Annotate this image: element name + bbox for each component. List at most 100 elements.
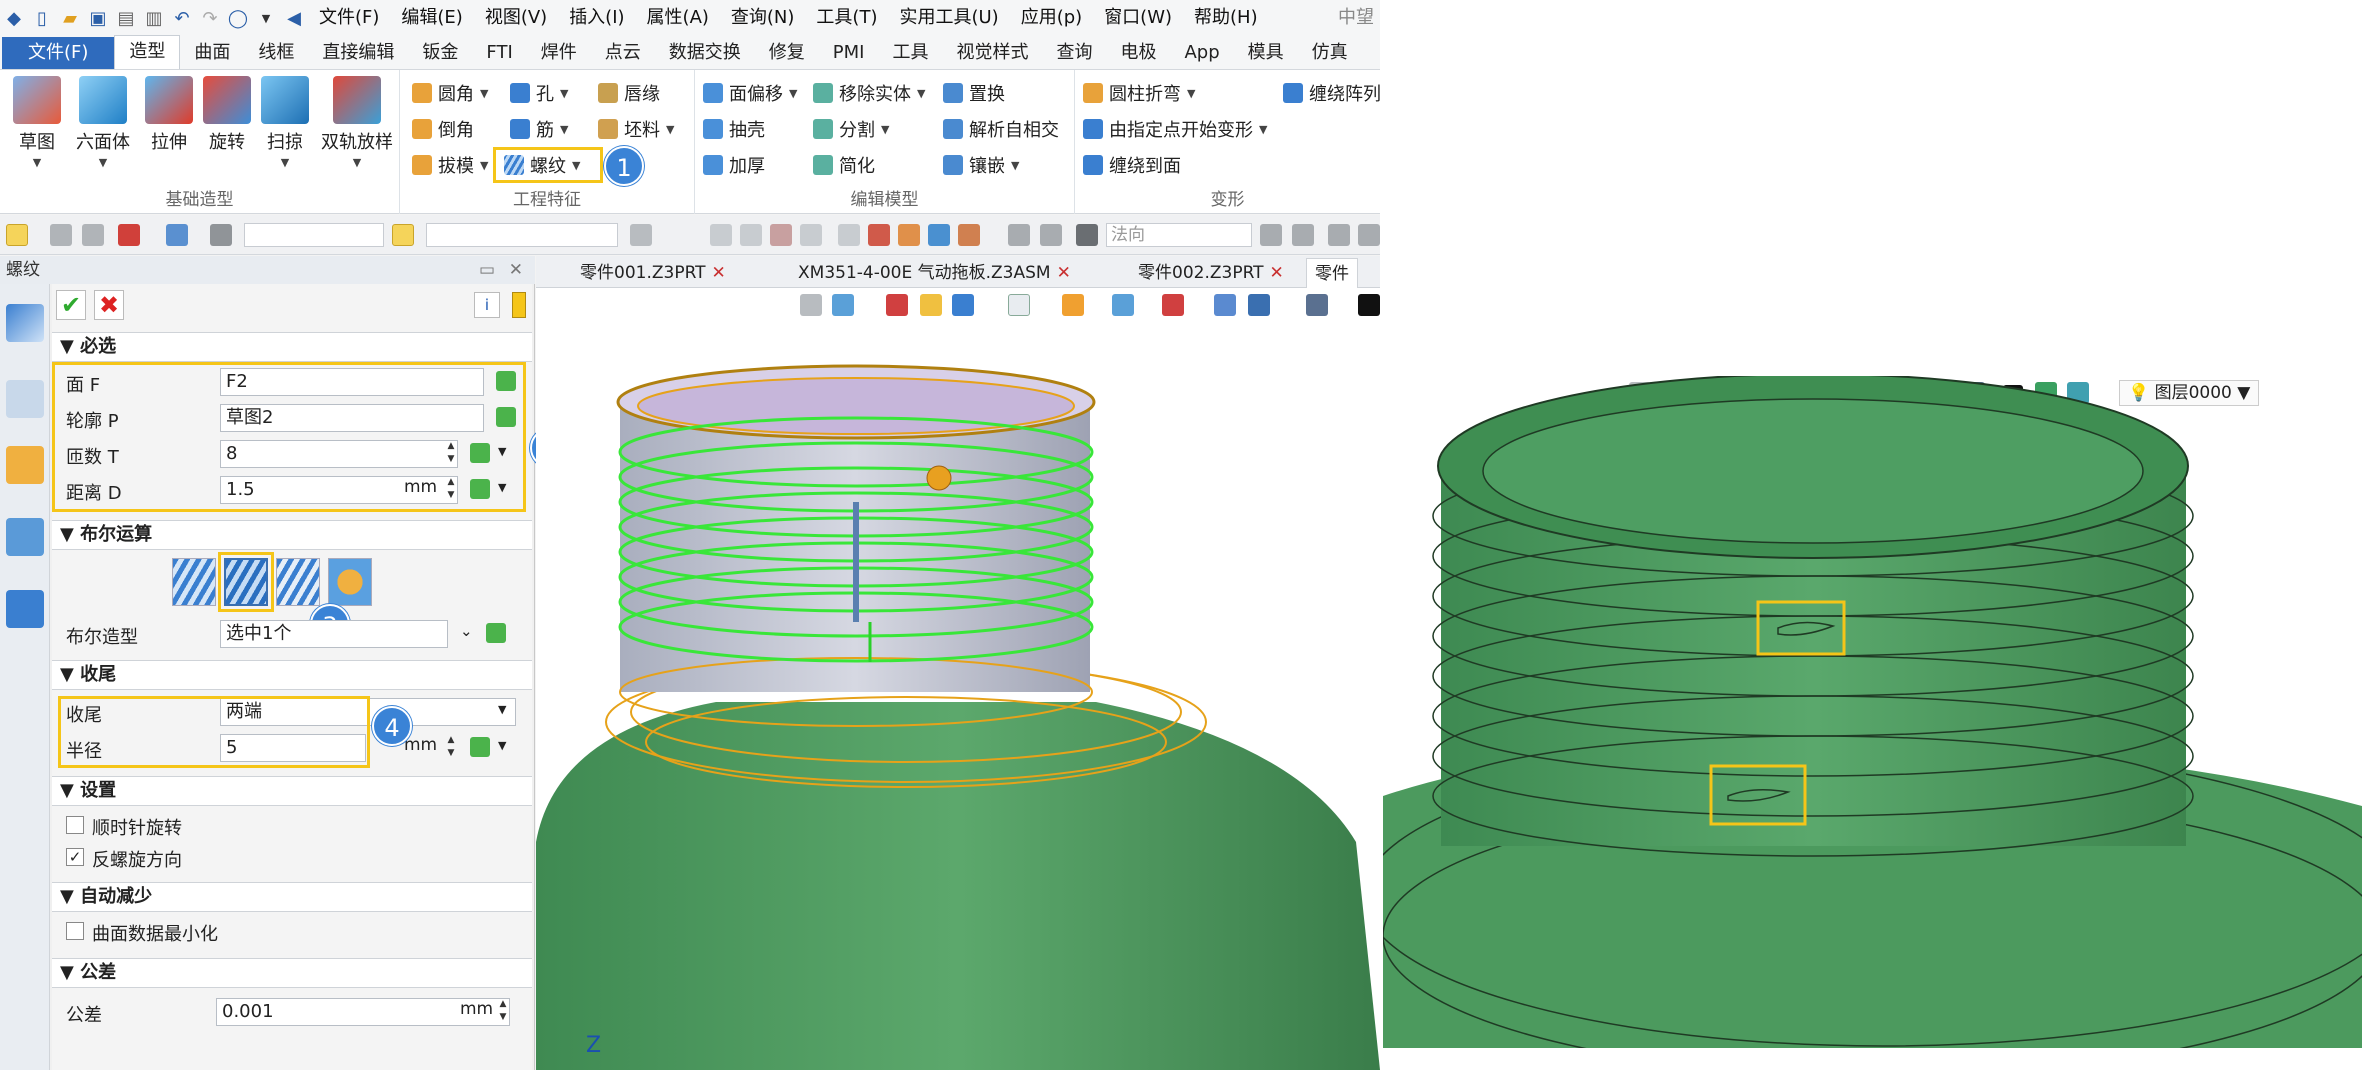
minimize-surface-checkbox[interactable] [66,922,84,940]
image-icon[interactable] [6,518,44,556]
info-icon[interactable]: i [474,292,500,318]
tab-pmi[interactable]: PMI [819,37,879,69]
play-icon[interactable] [1328,224,1350,246]
close-tab-icon[interactable]: ✕ [1270,263,1284,283]
rib-button[interactable]: 筋 ▼ [510,114,568,144]
pointer-tool-icon[interactable] [838,224,860,246]
pick-combo[interactable] [426,223,618,247]
bool-intersect-icon[interactable] [328,558,372,606]
lip-button[interactable]: 唇缘 [598,78,660,108]
align-left-icon[interactable] [710,224,732,246]
cursor-mode-icon[interactable] [1260,224,1282,246]
shell-button[interactable]: 抽壳 [703,114,765,144]
view-zoom-icon[interactable] [1112,294,1134,316]
doc-tab-part001[interactable]: 零件001.Z3PRT ✕ [572,258,734,288]
new-file-icon[interactable]: ▯ [28,4,56,32]
radius-dropdown-icon[interactable]: ▼ [498,739,506,752]
bool-base-icon[interactable] [172,558,216,606]
filter-combo[interactable] [244,223,384,247]
offset-face-button[interactable]: 面偏移 ▼ [703,78,797,108]
part-tool-icon[interactable] [928,224,950,246]
collapse-arrow-icon[interactable]: ◀ [280,4,308,32]
tab-direct-edit[interactable]: 直接编辑 [308,37,408,69]
lasso-icon[interactable] [166,224,188,246]
simplify-button[interactable]: 简化 [813,150,875,180]
section-auto-reduce[interactable]: ▼ 自动减少 [52,882,532,912]
dual-rail-loft-button[interactable]: 双轨放样 ▼ [316,76,398,169]
print-icon[interactable]: ▤ [112,4,140,32]
model-canvas[interactable]: Z [536,322,1380,1070]
menu-attribute[interactable]: 属性(A) [636,0,720,36]
box-button[interactable]: 六面体 ▼ [72,76,134,169]
deform-from-point-button[interactable]: 由指定点开始变形 ▼ [1083,114,1267,144]
bool-shape-input[interactable]: 选中1个 [220,620,448,648]
hole-button[interactable]: 孔 ▼ [510,78,568,108]
history-tree-icon[interactable] [6,380,44,418]
graphics-viewport[interactable]: 零件001.Z3PRT ✕ XM351-4-00E 气动拖板.Z3ASM ✕ 零件0… [536,256,1380,1070]
normal-direction-combo[interactable]: 法向 [1106,223,1252,247]
align-right-icon[interactable] [770,224,792,246]
user-icon[interactable] [6,590,44,628]
tab-mold[interactable]: 模具 [1234,37,1298,69]
thread-feature-icon[interactable] [6,304,44,342]
expand-panel-icon[interactable] [512,292,526,318]
view-section-icon[interactable] [1162,294,1184,316]
cylinder-bend-button[interactable]: 圆柱折弯 ▼ [1083,78,1195,108]
menu-view[interactable]: 视图(V) [474,0,558,36]
history-icon[interactable] [868,224,890,246]
draft-button[interactable]: 拔模 ▼ [412,150,488,180]
rotate-view-icon[interactable] [1008,224,1030,246]
split-button[interactable]: 分割 ▼ [813,114,889,144]
tab-repair[interactable]: 修复 [755,37,819,69]
doc-tab-active[interactable]: 零件 [1306,258,1358,288]
more-tools-icon[interactable] [1358,224,1380,246]
view-layer-icon[interactable] [832,294,854,316]
snap-icon[interactable] [630,224,652,246]
tab-app[interactable]: App [1170,37,1233,69]
bool-expand-icon[interactable]: ⌄ [460,622,473,640]
tab-tools[interactable]: 工具 [878,37,942,69]
tab-simulation[interactable]: 仿真 [1298,37,1362,69]
extrude-button[interactable]: 拉伸 [138,76,200,154]
chamfer-button[interactable]: 倒角 [412,114,474,144]
align-center-icon[interactable] [740,224,762,246]
runout-dropdown-icon[interactable]: ▼ [498,703,506,716]
reverse-helix-checkbox[interactable]: ✓ [66,848,84,866]
view-cube-icon[interactable] [920,294,942,316]
select-pointer-icon[interactable] [6,224,28,246]
menu-tools[interactable]: 工具(T) [805,0,888,36]
section-settings[interactable]: ▼ 设置 [52,776,532,806]
tab-file[interactable]: 文件(F) [2,37,115,69]
assembly-tool-icon[interactable] [958,224,980,246]
view-shaded-icon[interactable] [952,294,974,316]
clockwise-checkbox[interactable] [66,816,84,834]
menu-window[interactable]: 窗口(W) [1093,0,1183,36]
close-panel-icon[interactable]: ✕ [509,256,523,284]
tab-fti[interactable]: FTI [472,37,526,69]
doc-tab-part002[interactable]: 零件002.Z3PRT ✕ [1130,258,1292,288]
section-tolerance[interactable]: ▼ 公差 [52,958,532,988]
redo-icon[interactable]: ↷ [196,4,224,32]
cancel-icon[interactable]: ✖ [94,290,124,320]
wrap-to-face-button[interactable]: 缠绕到面 [1083,150,1181,180]
tab-sheet-metal[interactable]: 钣金 [408,37,472,69]
view-pen-icon[interactable] [886,294,908,316]
wrap-pattern-button[interactable]: 缠绕阵列 [1283,78,1380,108]
view-dimension-icon[interactable] [1248,294,1270,316]
remove-icon[interactable] [82,224,104,246]
tab-electrode[interactable]: 电极 [1106,37,1170,69]
doc-tab-assembly[interactable]: XM351-4-00E 气动拖板.Z3ASM ✕ [790,258,1079,288]
close-tab-icon[interactable]: ✕ [1057,263,1071,283]
quick-access-dropdown-icon[interactable]: ▼ [252,4,280,32]
confirm-icon[interactable]: ✔ [56,290,86,320]
tab-query[interactable]: 查询 [1042,37,1106,69]
inlay-button[interactable]: 镶嵌 ▼ [943,150,1019,180]
stop-icon[interactable] [1076,224,1098,246]
refresh-icon[interactable]: ◯ [224,4,252,32]
box-select-icon[interactable] [118,224,140,246]
thread-result-view[interactable]: 💡 图层0000 ▼ [1383,376,2362,1048]
tab-modeling[interactable]: 造型 [114,35,181,69]
remove-solid-button[interactable]: 移除实体 ▼ [813,78,925,108]
view-display-icon[interactable] [1306,294,1328,316]
menu-insert[interactable]: 插入(I) [558,0,635,36]
